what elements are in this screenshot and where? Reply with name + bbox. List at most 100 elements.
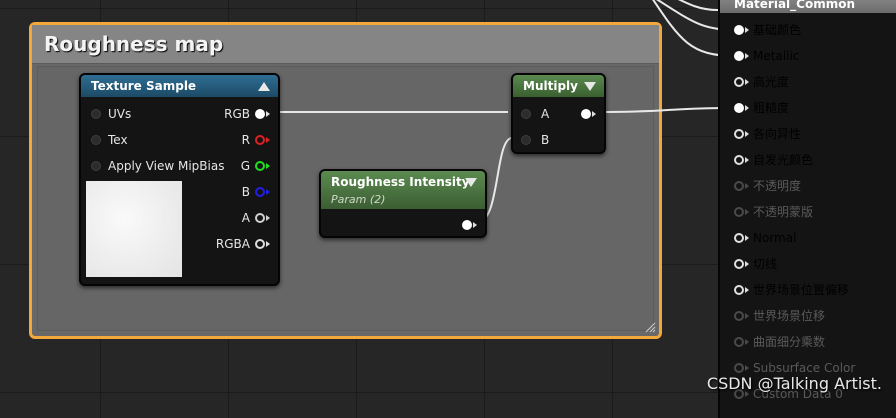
material-pin-label: 切线 [753, 257, 778, 271]
material-pin-label: 世界场景位置偏移 [753, 283, 850, 297]
pin-label: B [541, 133, 550, 147]
pin-arrow-icon [745, 339, 749, 345]
pin-arrow-icon [473, 222, 477, 228]
comment-title[interactable]: Roughness map [32, 25, 659, 64]
material-pin-label: 粗糙度 [753, 101, 790, 115]
param-output-pin[interactable] [457, 217, 477, 233]
pin-arrow-icon [745, 79, 749, 85]
output-pin-a[interactable]: A [210, 210, 270, 226]
pin-icon[interactable] [255, 187, 265, 197]
material-result-node[interactable]: Material_Common 基础颜色 Metallic 高光度粗糙度各向异性自发… [718, 0, 896, 418]
pin-arrow-icon [266, 189, 270, 195]
pin-icon[interactable] [734, 207, 744, 217]
roughness-intensity-node[interactable]: Roughness Intensity Param (2) [319, 169, 487, 238]
material-pin-label: 不透明蒙版 [753, 205, 814, 219]
watermark: CSDN @Talking Artist. [706, 374, 882, 393]
output-pin-b[interactable]: B [210, 184, 270, 200]
multiply-title[interactable]: Multiply [513, 75, 604, 97]
pin-icon[interactable] [734, 77, 744, 87]
multiply-title-label: Multiply [523, 79, 578, 93]
pin-icon[interactable] [734, 155, 744, 165]
pin-arrow-icon [745, 235, 749, 241]
pin-arrow-icon [266, 137, 270, 143]
pin-icon[interactable] [91, 161, 101, 171]
pin-label: UVs [108, 107, 132, 121]
multiply-output[interactable] [576, 106, 596, 122]
pin-arrow-icon [266, 241, 270, 247]
pin-label: RGBA [215, 237, 250, 251]
pin-arrow-icon [266, 215, 270, 221]
param-title[interactable]: Roughness Intensity Param (2) [321, 171, 485, 209]
output-pin-rgba[interactable]: RGBA [200, 236, 270, 252]
collapse-arrow-icon[interactable] [258, 82, 270, 91]
pin-arrow-icon [745, 27, 749, 33]
pin-icon[interactable] [521, 135, 531, 145]
multiply-node[interactable]: Multiply A B [511, 73, 606, 154]
texture-sample-node[interactable]: Texture Sample UVs Tex Apply View MipBia… [79, 73, 280, 286]
pin-label: Tex [108, 133, 128, 147]
pin-label: RGB [224, 107, 250, 121]
material-title[interactable]: Material_Common [720, 0, 896, 13]
pin-icon[interactable] [734, 337, 744, 347]
pin-icon[interactable] [734, 103, 744, 113]
texture-preview [86, 181, 182, 277]
texture-sample-title-label: Texture Sample [91, 79, 197, 93]
collapse-arrow-icon[interactable] [584, 82, 596, 91]
pin-arrow-icon [266, 111, 270, 117]
param-subtitle: Param (2) [331, 193, 386, 206]
pin-label: R [241, 133, 250, 147]
pin-label: B [241, 185, 250, 199]
pin-arrow-icon [745, 365, 749, 371]
pin-icon[interactable] [91, 109, 101, 119]
material-pin-label: 高光度 [753, 75, 790, 89]
pin-icon[interactable] [734, 363, 744, 373]
material-pin-label: 基础颜色 [753, 23, 802, 37]
pin-icon[interactable] [734, 51, 744, 61]
pin-icon[interactable] [734, 285, 744, 295]
pin-icon[interactable] [734, 233, 744, 243]
output-pin-g[interactable]: G [210, 158, 270, 174]
pin-arrow-icon [266, 163, 270, 169]
pin-label: Apply View MipBias [108, 159, 225, 173]
wire-top-extra [677, 0, 719, 11]
material-pin-label: 自发光颜色 [753, 153, 814, 167]
param-title-label: Roughness Intensity [331, 175, 470, 189]
pin-arrow-icon [745, 183, 749, 189]
output-pin-rgb[interactable]: RGB [210, 106, 270, 122]
pin-arrow-icon [745, 287, 749, 293]
pin-icon[interactable] [734, 311, 744, 321]
pin-icon[interactable] [255, 109, 265, 119]
pin-arrow-icon [745, 105, 749, 111]
collapse-arrow-icon[interactable] [465, 178, 477, 187]
pin-arrow-icon [745, 209, 749, 215]
pin-label: A [241, 211, 250, 225]
pin-icon[interactable] [91, 135, 101, 145]
pin-label: A [541, 107, 550, 121]
pin-icon[interactable] [734, 181, 744, 191]
material-pin-label: 曲面细分乘数 [753, 335, 826, 349]
pin-icon[interactable] [462, 220, 472, 230]
pin-arrow-icon [745, 313, 749, 319]
resize-grip-icon[interactable] [644, 321, 656, 333]
pin-arrow-icon [745, 53, 749, 59]
pin-arrow-icon [745, 261, 749, 267]
pin-icon[interactable] [734, 259, 744, 269]
pin-icon[interactable] [734, 129, 744, 139]
pin-arrow-icon [745, 157, 749, 163]
material-pin-label: 世界场景位移 [753, 309, 826, 323]
pin-icon[interactable] [255, 161, 265, 171]
material-pin-label: 不透明度 [753, 179, 802, 193]
pin-arrow-icon [745, 131, 749, 137]
pin-icon[interactable] [521, 109, 531, 119]
pin-icon[interactable] [255, 135, 265, 145]
pin-icon[interactable] [255, 213, 265, 223]
pin-icon[interactable] [255, 239, 265, 249]
material-pin-label: Normal [753, 231, 797, 245]
pin-label: G [240, 159, 250, 173]
pin-icon[interactable] [581, 109, 591, 119]
material-pin-label: Metallic [753, 49, 800, 63]
output-pin-r[interactable]: R [210, 132, 270, 148]
texture-sample-title[interactable]: Texture Sample [81, 75, 278, 97]
material-pin-label: 各向异性 [753, 127, 802, 141]
pin-icon[interactable] [734, 25, 744, 35]
